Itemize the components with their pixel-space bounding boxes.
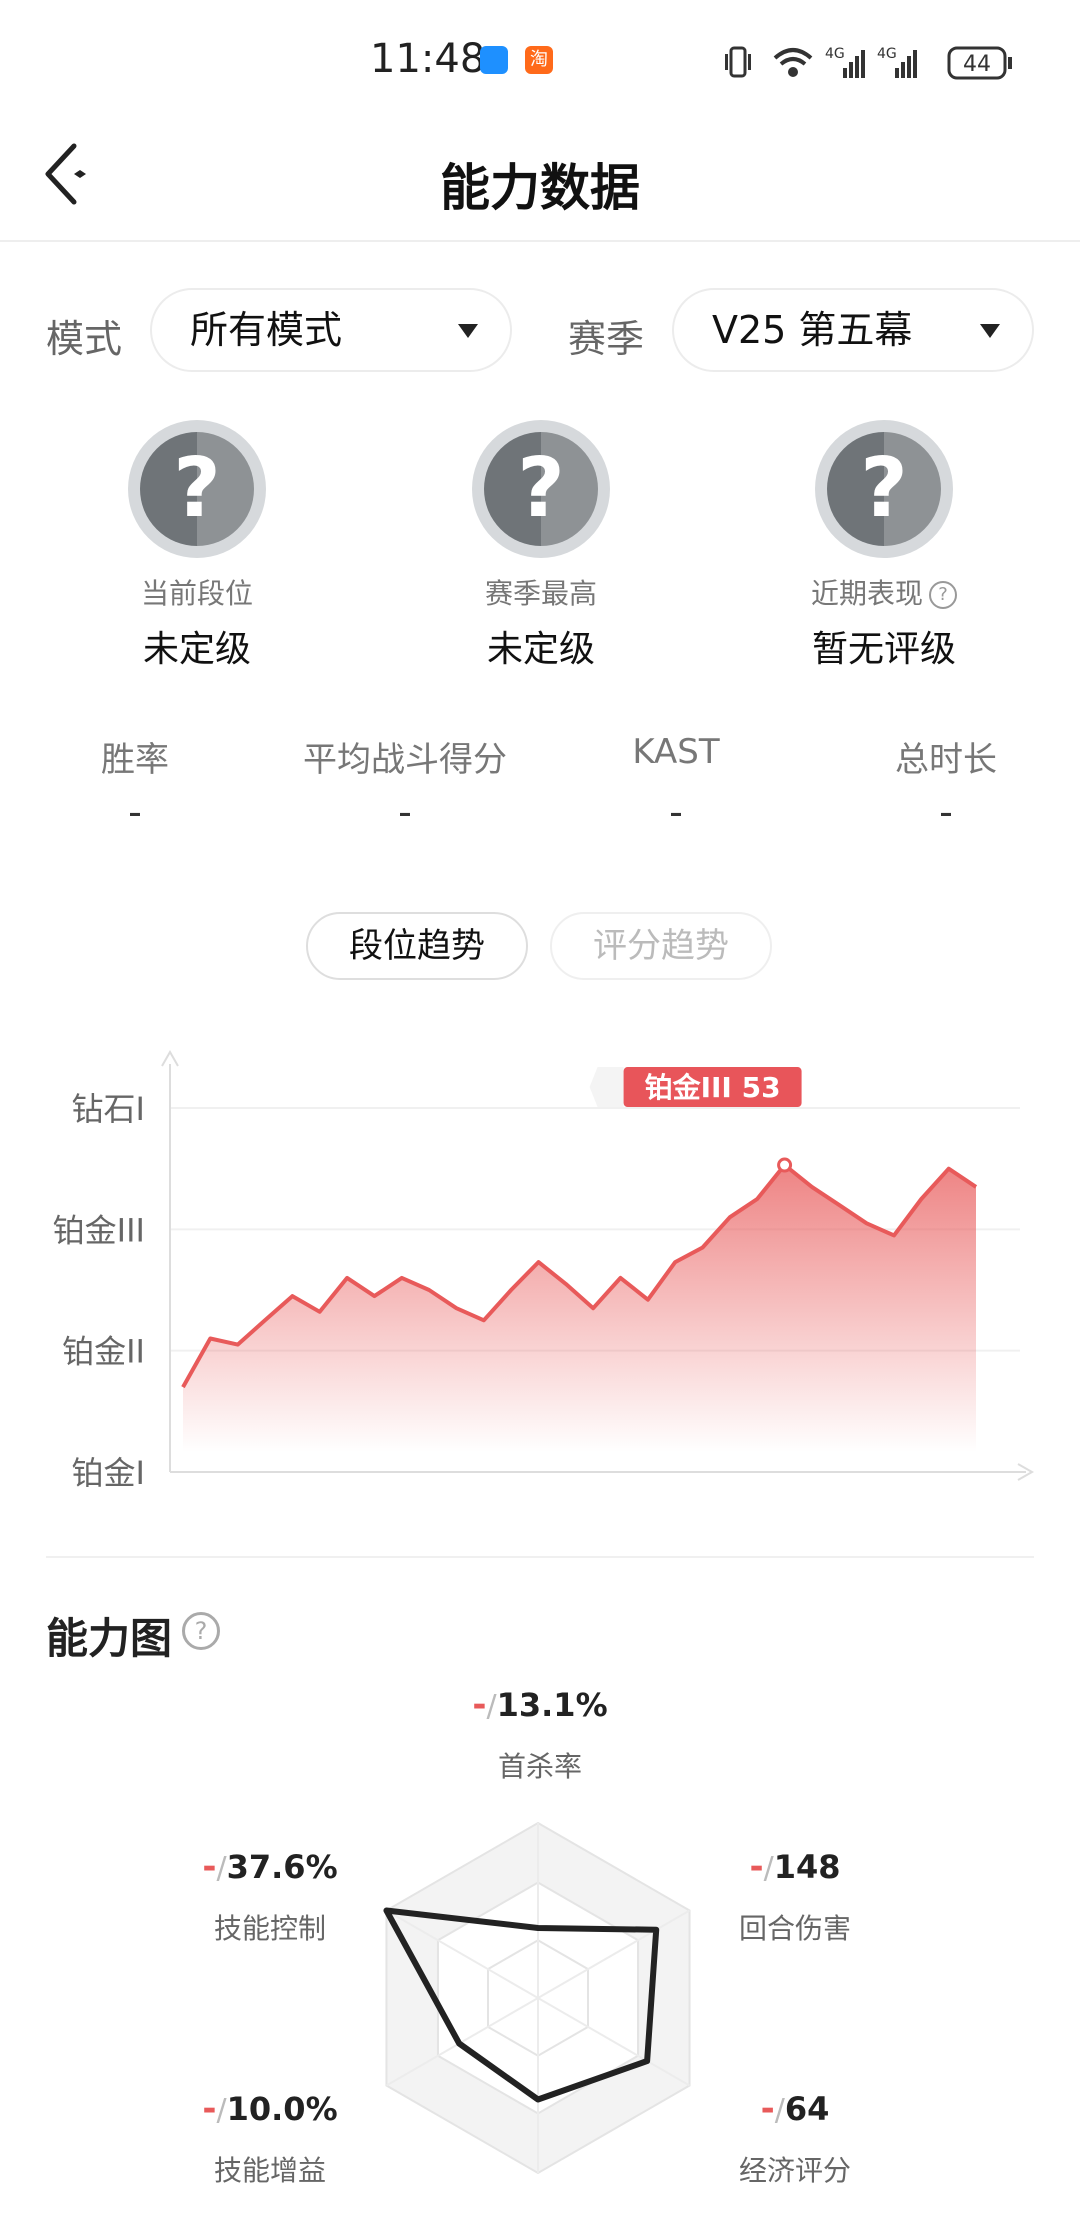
y-tick-label: 铂金III — [53, 1211, 145, 1249]
value-number: 148 — [774, 1848, 841, 1886]
radar-axis-label: 回合伤害 — [739, 1912, 851, 1945]
wifi-icon — [773, 48, 813, 77]
help-icon[interactable]: ? — [182, 1612, 220, 1650]
y-tick-label: 钻石I — [72, 1090, 145, 1128]
tooltip-notch — [589, 1067, 624, 1108]
radar-axis-value: -/64 — [761, 2089, 830, 2129]
signal-4g-icon-1: 4G — [825, 46, 865, 78]
y-tick-label: 铂金II — [62, 1333, 145, 1371]
value-number: 64 — [785, 2090, 830, 2128]
caret-down-icon — [458, 324, 478, 338]
svg-text:4G: 4G — [877, 46, 897, 62]
current-rank-label: 当前段位 — [140, 577, 253, 610]
ability-title: 能力图 — [46, 1614, 173, 1663]
radar-axis-label: 经济评分 — [739, 2154, 851, 2187]
kast-value: - — [669, 790, 683, 834]
help-icon[interactable]: ? — [929, 581, 957, 609]
question-icon: ? — [827, 432, 941, 546]
tab-score-trend[interactable]: 评分趋势 — [550, 912, 772, 980]
radar-axis-value: -/148 — [749, 1847, 840, 1887]
season-select[interactable]: V25 第五幕 — [672, 288, 1034, 372]
value-number: 10.0% — [227, 2090, 338, 2128]
recent-performance-label: 近期表现 — [810, 577, 923, 610]
y-tick-label: 铂金I — [72, 1454, 145, 1492]
total-time-value: - — [939, 790, 953, 834]
battery-icon: 44 — [947, 46, 1012, 80]
recent-performance-label-wrap: 近期表现? — [734, 572, 1034, 612]
radar-axis-label: 技能增益 — [214, 2154, 326, 2187]
mode-label: 模式 — [46, 317, 123, 361]
season-best-badge: ? — [472, 420, 610, 558]
status-icons: 4G 4G 44 — [725, 46, 1012, 80]
vibrate-icon — [725, 46, 751, 78]
value-dash: - — [202, 2089, 216, 2129]
tab-rank-trend[interactable]: 段位趋势 — [306, 912, 528, 980]
question-icon: ? — [484, 432, 598, 546]
value-dash: - — [472, 1685, 486, 1725]
tooltip-text: 铂金III 53 — [645, 1071, 781, 1104]
question-icon: ? — [140, 432, 254, 546]
value-dash: - — [202, 1847, 216, 1887]
recent-performance-value: 暂无评级 — [811, 629, 956, 670]
section-divider — [46, 1556, 1034, 1558]
rank-trend-chart: 铂金I 铂金II 铂金III 钻石I 铂金III 53 — [53, 1049, 1035, 1492]
radar-axis-label: 技能控制 — [214, 1912, 326, 1945]
season-best-value: 未定级 — [486, 629, 595, 670]
season-best-label: 赛季最高 — [484, 577, 597, 610]
win-rate-label: 胜率 — [101, 740, 169, 780]
kast-label: KAST — [632, 732, 720, 772]
value-dash: - — [749, 1847, 763, 1887]
avg-combat-score-label: 平均战斗得分 — [303, 740, 507, 780]
current-rank-value: 未定级 — [142, 629, 251, 670]
y-axis-arrow — [161, 1049, 179, 1067]
current-rank-badge: ? — [128, 420, 266, 558]
status-time: 11:48 — [370, 36, 486, 82]
avg-combat-score-value: - — [398, 790, 412, 834]
recent-performance-badge: ? — [815, 420, 953, 558]
page-title: 能力数据 — [440, 159, 640, 217]
mode-select-value: 所有模式 — [190, 308, 343, 352]
rank-tooltip: 铂金III 53 — [589, 1067, 802, 1173]
season-select-value: V25 第五幕 — [712, 308, 913, 352]
svg-text:4G: 4G — [825, 46, 845, 62]
highlight-point — [777, 1157, 793, 1173]
value-number: 37.6% — [227, 1848, 338, 1886]
radar-axis-value: -/37.6% — [202, 1847, 337, 1887]
season-label: 赛季 — [568, 317, 645, 361]
mode-select[interactable]: 所有模式 — [150, 288, 512, 372]
win-rate-value: - — [128, 790, 142, 834]
ability-radar-chart: -/13.1% 首杀率 -/148 回合伤害 -/64 经济评分 -/10.0% 技能增益 -/… — [202, 1685, 851, 2187]
rank-area-fill — [183, 1165, 976, 1452]
value-number: 13.1% — [497, 1686, 608, 1724]
signal-4g-icon-2: 4G — [877, 46, 917, 78]
value-dash: - — [761, 2089, 775, 2129]
caret-down-icon — [980, 324, 1000, 338]
total-time-label: 总时长 — [895, 740, 997, 780]
radar-axis-label: 首杀率 — [498, 1750, 582, 1783]
battery-level: 44 — [963, 52, 991, 77]
y-tick-labels: 铂金I 铂金II 铂金III 钻石I — [53, 1090, 145, 1492]
taobao-notification-icon: 淘 — [525, 46, 553, 74]
qq-notification-icon — [480, 46, 508, 74]
radar-axis-value: -/10.0% — [202, 2089, 337, 2129]
header-divider — [0, 240, 1080, 242]
radar-axis-value: -/13.1% — [472, 1685, 607, 1725]
